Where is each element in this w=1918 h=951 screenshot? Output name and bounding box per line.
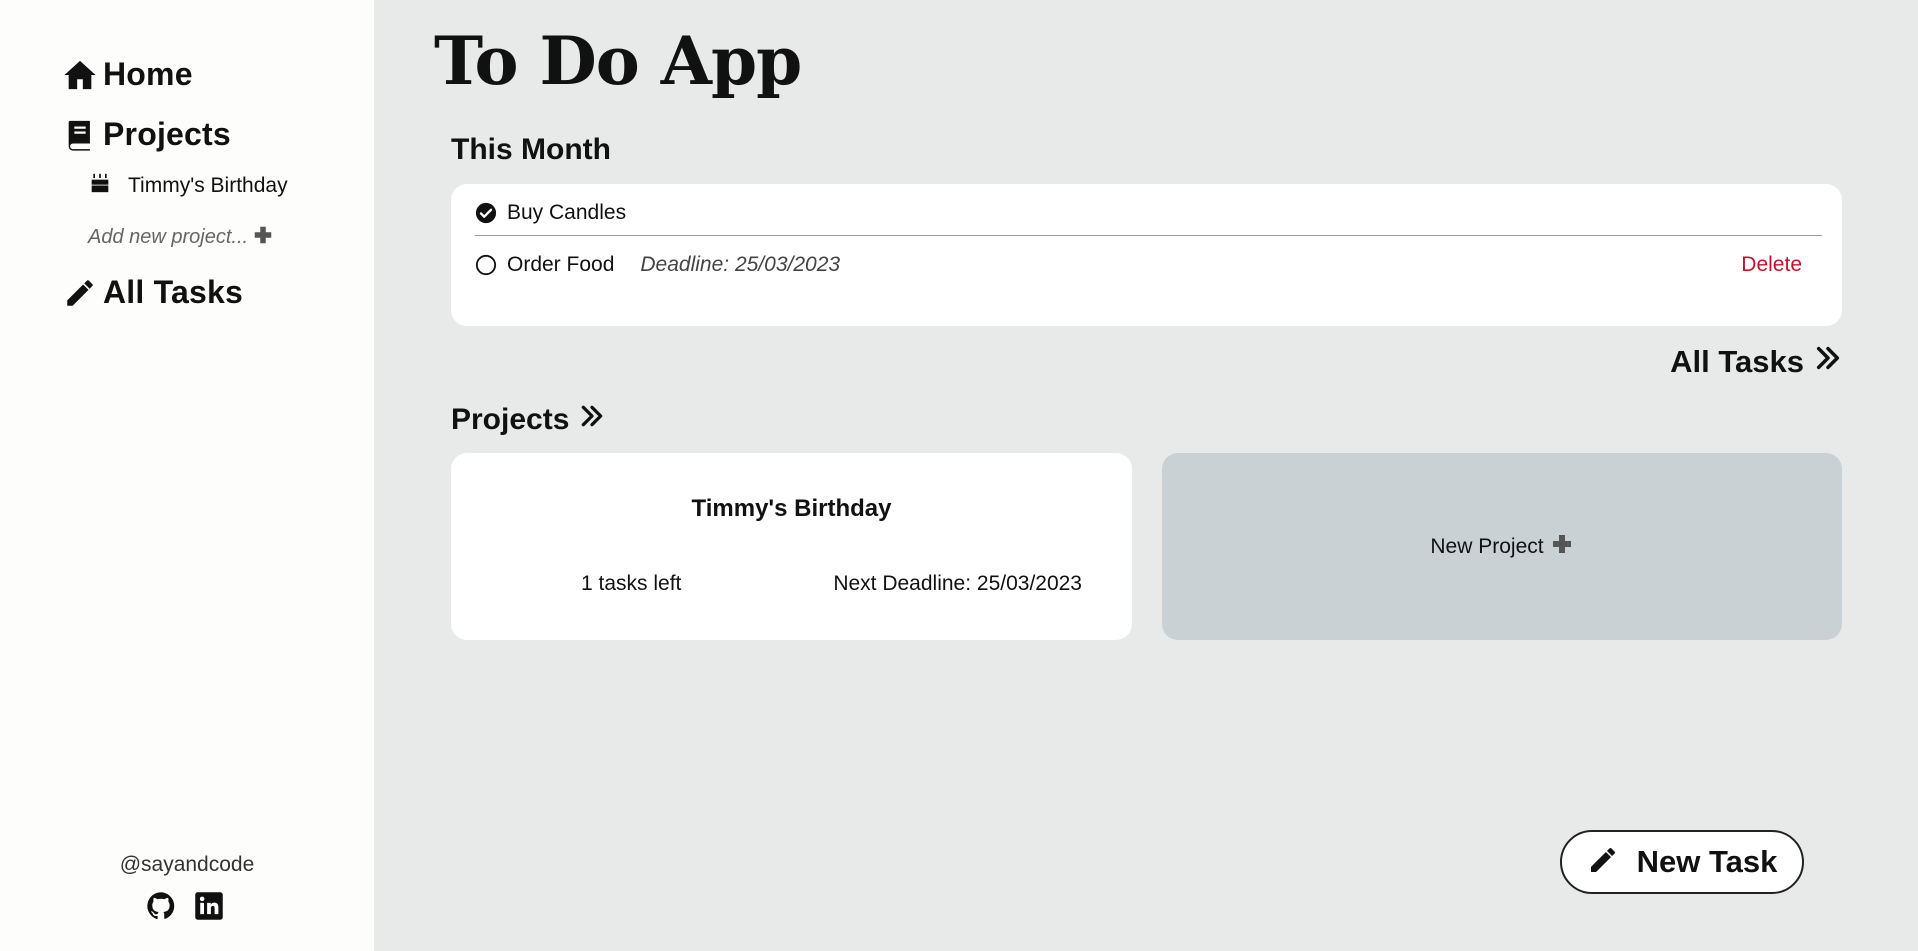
all-tasks-link[interactable]: All Tasks (1670, 344, 1842, 380)
new-project-button[interactable]: New Project (1162, 453, 1842, 640)
double-chevron-right-icon (579, 403, 605, 437)
app-title: To Do App (434, 22, 802, 100)
task-deadline: Deadline: 25/03/2023 (640, 253, 841, 276)
nav-home[interactable]: Home (63, 56, 193, 93)
nav-home-label: Home (103, 56, 193, 92)
new-task-button[interactable]: New Task (1560, 830, 1804, 894)
nav-all-tasks-label: All Tasks (103, 274, 243, 310)
pencil-icon (63, 276, 97, 310)
task-title: Order Food (507, 253, 615, 276)
this-month-heading: This Month (451, 133, 611, 167)
new-task-label: New Task (1636, 844, 1778, 879)
nav-projects[interactable]: Projects (63, 116, 231, 153)
task-row[interactable]: Order Food Deadline: 25/03/2023 Delete (475, 242, 1822, 288)
double-chevron-right-icon (1814, 344, 1842, 380)
project-name: Timmy's Birthday (691, 495, 892, 522)
project-next-deadline: Next Deadline: 25/03/2023 (833, 572, 1082, 595)
delete-task-button[interactable]: Delete (1741, 253, 1802, 277)
this-month-task-list: Buy Candles Order Food Deadline: 25/03/2… (451, 184, 1842, 326)
add-project-link[interactable]: Add new project... (88, 224, 274, 251)
checked-circle-icon[interactable] (475, 202, 497, 224)
unchecked-circle-icon[interactable] (475, 254, 497, 276)
this-month-heading-text: This Month (451, 133, 611, 166)
book-icon (63, 118, 97, 152)
sidebar-project-label: Timmy's Birthday (128, 173, 288, 197)
sidebar: Home Projects Timmy's Birthday Add new p… (0, 0, 374, 951)
plus-icon (1550, 532, 1574, 561)
author-handle: @sayandcode (119, 853, 255, 876)
all-tasks-link-label: All Tasks (1670, 344, 1804, 379)
add-project-label: Add new project... (88, 226, 249, 248)
project-card[interactable]: Timmy's Birthday 1 tasks left Next Deadl… (451, 453, 1132, 640)
pencil-icon (1587, 844, 1619, 881)
task-row[interactable]: Buy Candles (475, 190, 1822, 236)
plus-icon (252, 224, 274, 251)
nav-projects-label: Projects (103, 116, 231, 152)
sidebar-item-timmys-birthday[interactable]: Timmy's Birthday (90, 173, 288, 198)
task-title: Buy Candles (507, 200, 627, 224)
projects-heading-text: Projects (451, 403, 570, 436)
github-icon[interactable] (146, 891, 176, 921)
new-project-label: New Project (1430, 534, 1544, 558)
projects-heading-link[interactable]: Projects (451, 403, 605, 437)
social-links (146, 891, 224, 921)
linkedin-icon[interactable] (194, 891, 224, 921)
home-icon (63, 58, 97, 92)
nav-all-tasks[interactable]: All Tasks (63, 274, 243, 311)
project-tasks-left: 1 tasks left (581, 572, 682, 595)
birthday-cake-icon (90, 173, 110, 198)
